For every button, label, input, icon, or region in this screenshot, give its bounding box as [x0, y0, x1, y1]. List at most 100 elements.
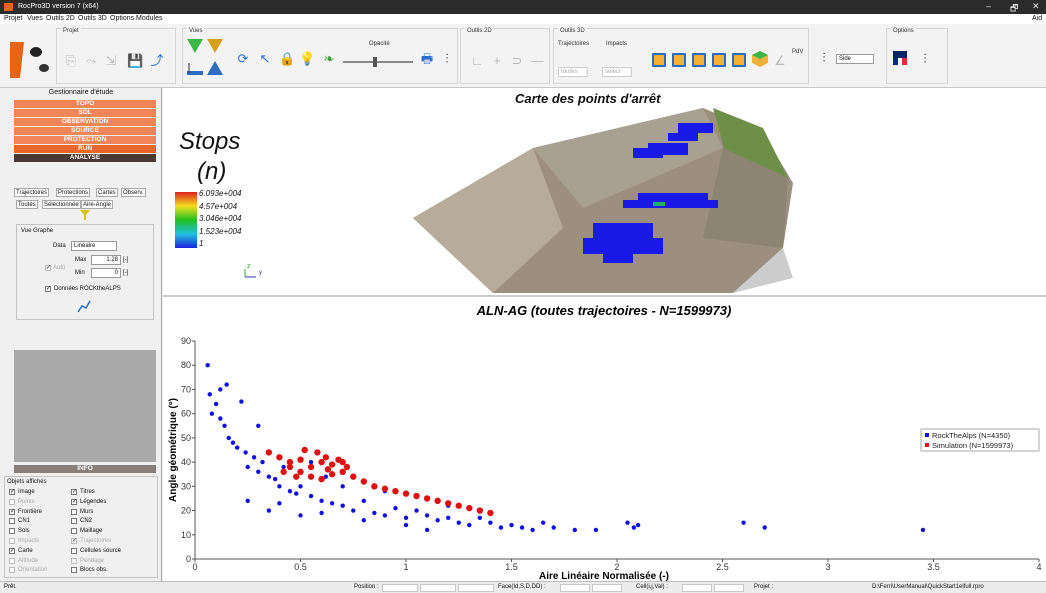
object-checkbox[interactable] — [71, 557, 77, 564]
crosshair-icon[interactable]: + — [489, 53, 505, 69]
object-checkbox[interactable] — [71, 528, 77, 535]
min-input[interactable]: 0 — [91, 268, 121, 278]
max-input[interactable]: 1.28 — [91, 255, 121, 265]
tab-protections[interactable]: Protections — [56, 188, 91, 197]
open-icon[interactable]: ⤳ — [83, 53, 99, 69]
pointer-icon[interactable]: ↖ — [257, 51, 273, 67]
view-side-icon[interactable] — [207, 39, 223, 53]
data-point — [322, 454, 330, 461]
nav-observation[interactable]: OBSERVATION — [14, 118, 156, 126]
nav-sol[interactable]: SOL — [14, 109, 156, 117]
object-checkbox[interactable]: ✓ — [9, 489, 15, 495]
menu-projet[interactable]: Projet — [4, 15, 22, 22]
tab-observ[interactable]: Observ. — [121, 188, 146, 197]
refresh-icon[interactable]: ⟳ — [235, 51, 251, 67]
cube-front-icon[interactable] — [652, 53, 666, 67]
object-checkbox[interactable] — [71, 547, 77, 554]
lock-icon[interactable]: 🔒 — [279, 51, 295, 67]
donnees-checkbox[interactable]: ✓ — [45, 286, 51, 292]
object-checkbox[interactable] — [9, 538, 15, 544]
angle-axes-icon[interactable]: ∠ — [772, 53, 788, 69]
nav-source[interactable]: SOURCE — [14, 127, 156, 135]
data-select[interactable]: Linéaire — [71, 241, 117, 251]
status-position-box-2 — [420, 584, 456, 592]
nav-run[interactable]: RUN — [14, 145, 156, 153]
menu-outils-3d[interactable]: Outils 3D — [78, 15, 107, 22]
object-checkbox[interactable] — [9, 498, 15, 505]
info-header[interactable]: INFO — [14, 465, 156, 473]
object-checkbox[interactable]: ✓ — [71, 489, 77, 495]
object-checkbox[interactable] — [9, 528, 15, 535]
tab-selectionnee[interactable]: Sélectionnée — [42, 200, 81, 209]
object-checkbox[interactable]: ✓ — [9, 508, 15, 515]
nav-topo[interactable]: TOPO — [14, 100, 156, 108]
cube-left-icon[interactable] — [692, 53, 706, 67]
cube-back-icon[interactable] — [672, 53, 686, 67]
options-sliders-icon[interactable]: ⫶ — [917, 51, 933, 67]
light-icon[interactable]: 💡 — [299, 51, 315, 67]
import-icon[interactable]: ⇲ — [103, 53, 119, 69]
graph-icon[interactable] — [77, 299, 91, 313]
object-checkbox[interactable] — [9, 518, 15, 525]
data-point — [298, 484, 303, 489]
status-face-box-2 — [592, 584, 622, 592]
angle-icon[interactable]: ⊃ — [509, 53, 525, 69]
menu-modules[interactable]: Modules — [136, 15, 162, 22]
trajectoires-select[interactable]: toutes — [558, 67, 588, 77]
pdv-sliders-icon[interactable]: ⫶ — [816, 50, 832, 66]
cube-iso-icon[interactable] — [752, 51, 768, 67]
data-point — [476, 507, 484, 514]
close-button[interactable]: ✕ — [1032, 1, 1040, 12]
scatter-chart[interactable]: ALN-AG (toutes trajectoires - N=1599973)… — [163, 299, 1046, 582]
data-point — [281, 464, 286, 470]
object-checkbox[interactable] — [71, 518, 77, 525]
export-icon[interactable]: ⤴ — [149, 53, 165, 69]
object-checkbox[interactable] — [71, 567, 77, 574]
view-3d-icon[interactable] — [207, 61, 223, 75]
save-icon[interactable]: 💾 — [127, 53, 143, 69]
opacity-slider[interactable] — [343, 57, 413, 67]
data-point — [920, 527, 926, 533]
tab-aire-angle[interactable]: Aire-Angle — [81, 200, 114, 209]
status-bar: Prêt. Position : Face(Id,S,D,DD) : Cell(… — [0, 581, 1046, 593]
menu-aide[interactable]: Aid — [1032, 15, 1042, 22]
map-3d-view[interactable]: Carte des points d'arrêt Stops (n) 6.093… — [163, 88, 1046, 297]
nav-protection[interactable]: PROTECTION — [14, 136, 156, 144]
menu-options[interactable]: Options — [110, 15, 134, 22]
tab-cartes[interactable]: Cartes — [96, 188, 118, 197]
impacts-select[interactable]: select — [602, 67, 632, 77]
object-checkbox[interactable]: ✓ — [71, 538, 77, 544]
data-point — [372, 510, 377, 516]
cube-right-icon[interactable] — [712, 53, 726, 67]
cube-top-icon[interactable] — [732, 53, 746, 67]
x-tick-label: 1 — [403, 562, 408, 572]
print-icon[interactable]: 🖶 — [419, 51, 435, 67]
group-options: Options ⫶ — [886, 28, 948, 84]
pdv-select[interactable]: Side — [836, 54, 874, 64]
new-icon[interactable]: ⎘ — [63, 53, 79, 69]
object-checkbox[interactable]: ✓ — [71, 498, 77, 505]
object-checkbox[interactable] — [9, 567, 15, 574]
layers-icon[interactable]: ❧ — [321, 51, 337, 67]
menu-outils-2d[interactable]: Outils 2D — [46, 15, 75, 22]
tab-toutes[interactable]: Toutes — [16, 200, 38, 209]
view-profile-icon[interactable] — [187, 61, 203, 75]
minimize-button[interactable]: – — [986, 1, 991, 11]
opacity-label: Opacité — [369, 41, 390, 47]
object-checkbox[interactable] — [71, 508, 77, 515]
nav-analyse[interactable]: ANALYSE — [14, 154, 156, 162]
status-cell-box — [682, 584, 712, 592]
language-flag-icon[interactable] — [893, 51, 907, 65]
tab-trajectoires[interactable]: Trajectoires — [14, 188, 50, 197]
pdv-label: PdV — [792, 49, 804, 55]
settings-sliders-icon[interactable]: ⫶ — [439, 51, 455, 67]
object-checkbox[interactable] — [9, 557, 15, 564]
auto-checkbox[interactable]: ✓ — [45, 265, 51, 271]
object-checkbox[interactable]: ✓ — [9, 547, 15, 554]
filter-icon[interactable] — [80, 210, 90, 220]
axes-icon[interactable]: ∟ — [469, 53, 485, 69]
line-icon[interactable]: — — [529, 53, 545, 69]
data-point — [477, 515, 483, 521]
view-top-icon[interactable] — [187, 39, 203, 53]
menu-vues[interactable]: Vues — [27, 15, 43, 22]
